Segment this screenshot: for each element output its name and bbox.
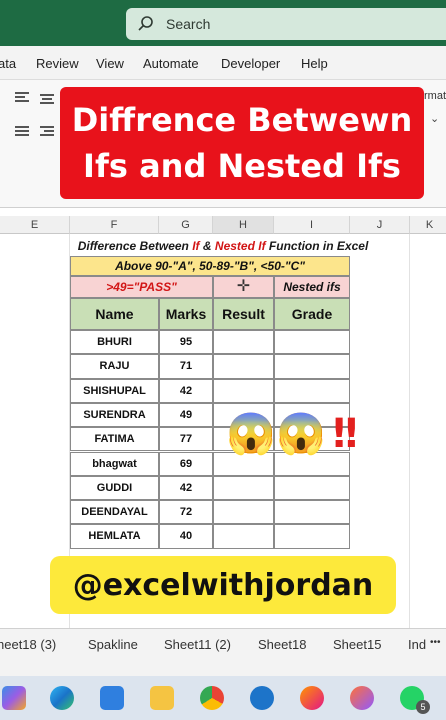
table-cell-result[interactable]	[213, 475, 274, 501]
tab-ind[interactable]: Ind	[408, 637, 426, 652]
gridline	[409, 234, 410, 628]
table-cell-marks[interactable]: 42	[159, 475, 213, 501]
firefox-dev-icon[interactable]	[350, 686, 374, 710]
caption-part-1: Difference Between	[77, 239, 193, 253]
table-cell-name[interactable]: SURENDRA	[70, 402, 159, 428]
table-cell-result[interactable]	[213, 378, 274, 403]
cursor-cross-icon: ✛	[236, 278, 251, 295]
col-header-g[interactable]: G	[159, 216, 213, 234]
double-exclamation-icon: !!	[330, 411, 361, 457]
table-cell-marks[interactable]: 77	[159, 427, 213, 452]
caption-nested: Nested If	[214, 239, 266, 253]
col-header-h[interactable]: H	[213, 216, 274, 234]
table-cell-grade[interactable]	[274, 354, 350, 379]
caption-amp: &	[199, 239, 215, 253]
tab-sheet18[interactable]: Sheet18	[258, 637, 306, 652]
ribbon-tabs: ata Review View Automate Developer Help	[0, 46, 446, 80]
menu-review[interactable]: Review	[36, 56, 79, 71]
col-header-e[interactable]: E	[0, 216, 70, 234]
title-bar: Search	[0, 0, 446, 46]
table-cell-name[interactable]: DEENDAYAL	[70, 500, 159, 525]
table-cell-marks[interactable]: 71	[159, 354, 213, 379]
menu-help[interactable]: Help	[301, 56, 328, 71]
col-header-j[interactable]: J	[350, 216, 410, 234]
table-cell-grade[interactable]	[274, 330, 350, 355]
indent-icon[interactable]	[40, 126, 54, 138]
chevron-down-icon[interactable]: ⌄	[430, 112, 439, 125]
table-cell-name[interactable]: SHISHUPAL	[70, 378, 159, 403]
criteria-cell[interactable]: Above 90-"A", 50-89-"B", <50-"C"	[70, 256, 350, 276]
app-icon[interactable]	[250, 686, 274, 710]
table-cell-result[interactable]	[213, 354, 274, 379]
caption-if: If	[192, 239, 200, 253]
header-result[interactable]: Result	[213, 298, 274, 330]
tab-sheet11-2[interactable]: Sheet11 (2)	[164, 637, 231, 652]
store-icon[interactable]	[100, 686, 124, 710]
search-icon	[138, 16, 153, 31]
table-cell-name[interactable]: GUDDI	[70, 475, 159, 501]
tab-spakline[interactable]: Spakline	[88, 637, 138, 652]
nested-ifs-label[interactable]: Nested ifs	[274, 276, 350, 298]
header-marks[interactable]: Marks	[159, 298, 213, 330]
tab-sheet18-3[interactable]: heet18 (3)	[0, 637, 56, 652]
col-header-i[interactable]: I	[274, 216, 350, 234]
table-cell-grade[interactable]	[274, 378, 350, 403]
more-tabs-icon[interactable]: •••	[430, 637, 441, 648]
search-box[interactable]: Search	[126, 8, 446, 40]
table-cell-grade[interactable]	[274, 475, 350, 501]
firefox-icon[interactable]	[300, 686, 324, 710]
menu-automate[interactable]: Automate	[143, 56, 199, 71]
table-cell-result[interactable]	[213, 524, 274, 549]
header-name[interactable]: Name	[70, 298, 159, 330]
search-placeholder: Search	[166, 16, 211, 32]
table-cell-marks[interactable]: 69	[159, 451, 213, 476]
tab-sheet15[interactable]: Sheet15	[333, 637, 381, 652]
title-banner: Diffrence Betwewn Ifs and Nested Ifs	[60, 87, 424, 199]
col-header-k[interactable]: K	[410, 216, 446, 234]
menu-data[interactable]: ata	[0, 56, 16, 71]
selected-cell[interactable]: ✛	[213, 276, 274, 298]
table-cell-name[interactable]: RAJU	[70, 354, 159, 379]
taskbar: 5	[0, 676, 446, 720]
table-cell-marks[interactable]: 49	[159, 402, 213, 428]
table-cell-result[interactable]	[213, 500, 274, 525]
table-cell-name[interactable]: bhagwat	[70, 451, 159, 476]
handle-banner: @excelwithjordan	[50, 556, 396, 614]
align-center-icon[interactable]	[40, 94, 54, 106]
table-cell-grade[interactable]	[274, 500, 350, 525]
table-cell-marks[interactable]: 40	[159, 524, 213, 549]
scream-emoji-2: 😱	[276, 412, 326, 456]
table-cell-result[interactable]	[213, 330, 274, 355]
table-cell-name[interactable]: FATIMA	[70, 427, 159, 452]
table-cell-name[interactable]: HEMLATA	[70, 524, 159, 549]
sheet-caption: Difference Between If & Nested If Functi…	[0, 236, 446, 256]
align-justify-icon[interactable]	[15, 126, 29, 138]
banner-line-2: Ifs and Nested Ifs	[83, 147, 401, 185]
copilot-icon[interactable]	[2, 686, 26, 710]
caption-part-2: Function in Excel	[265, 239, 369, 253]
banner-line-1: Diffrence Betwewn	[71, 101, 413, 139]
file-explorer-icon[interactable]	[150, 686, 174, 710]
table-cell-marks[interactable]: 72	[159, 500, 213, 525]
menu-developer[interactable]: Developer	[221, 56, 280, 71]
chrome-icon[interactable]	[200, 686, 224, 710]
table-cell-marks[interactable]: 42	[159, 378, 213, 403]
col-header-f[interactable]: F	[70, 216, 159, 234]
align-left-icon[interactable]	[15, 92, 29, 104]
edge-icon[interactable]	[50, 686, 74, 710]
header-grade[interactable]: Grade	[274, 298, 350, 330]
scream-emoji-1: 😱	[226, 412, 276, 456]
pass-rule-cell[interactable]: >49="PASS"	[70, 276, 213, 298]
ribbon-format-label[interactable]: rmat	[424, 90, 446, 102]
menu-view[interactable]: View	[96, 56, 124, 71]
table-cell-name[interactable]: BHURI	[70, 330, 159, 355]
notification-badge: 5	[416, 700, 430, 714]
sheet-tabs: heet18 (3) Spakline Sheet11 (2) Sheet18 …	[0, 628, 446, 660]
table-cell-marks[interactable]: 95	[159, 330, 213, 355]
table-cell-grade[interactable]	[274, 524, 350, 549]
handle-text: @excelwithjordan	[72, 568, 374, 603]
